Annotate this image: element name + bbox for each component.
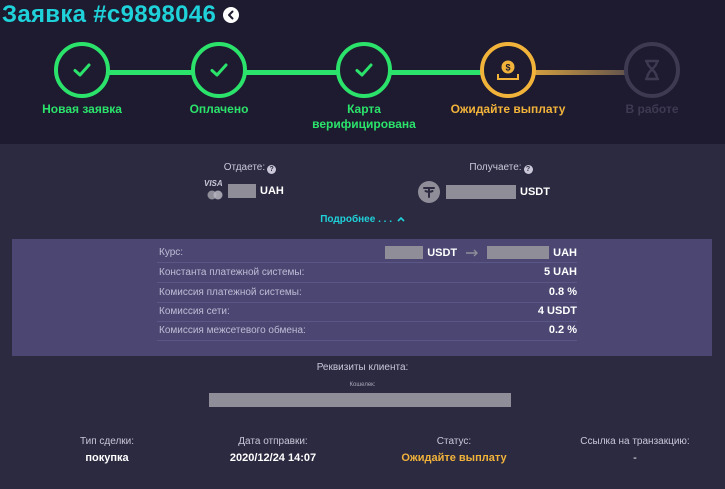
tether-icon [418,181,440,203]
footer-value: покупка [85,452,129,464]
footer-key: Ссылка на транзакцию: [580,436,690,447]
help-icon[interactable]: ? [267,165,277,174]
give-currency: UAH [260,185,284,197]
footer-key: Тип сделки: [79,436,135,447]
step-circle [624,42,680,98]
help-icon[interactable]: ? [523,165,533,174]
give-block: Отдаете:? VISA UAH [202,162,284,201]
footer-tx-link: Ссылка на транзакцию: - [555,436,715,464]
detail-key: Курс: [159,247,184,258]
step-new-request: Новая заявка [7,42,157,117]
more-details-label: Подробнее . . . [320,214,392,225]
payout-icon: $ [497,60,519,80]
footer-status: Статус: Ожидайте выплату [374,436,534,464]
receive-amount-row: USDT [418,181,550,203]
footer-send-date: Дата отправки: 2020/12/24 14:07 [193,436,353,464]
detail-value: 0.8 % [548,286,577,298]
check-icon [355,63,373,77]
requisites-label: Реквизиты клиента: [316,362,409,373]
footer-value: 2020/12/24 14:07 [229,452,317,464]
detail-key: Комиссия межсетевого обмена: [159,325,306,336]
receive-block: Получаете:? USDT [418,162,550,203]
wallet-label: Кошелек: [349,382,376,388]
step-circle [336,42,392,98]
tx-link[interactable]: - [555,452,715,464]
detail-row-network-fee: Комиссия сети: 4 USDT [157,303,577,322]
step-circle: $ [480,42,536,98]
rate-from-redacted [385,246,424,259]
step-in-progress: В работе [577,42,725,117]
wallet-redacted [209,393,511,407]
step-paid: Оплачено [144,42,294,117]
detail-key: Константа платежной системы: [159,267,305,278]
detail-value: 5 UAH [543,266,577,278]
detail-value: 4 USDT [537,305,577,317]
receive-currency: USDT [520,186,550,198]
step-label: Ожидайте выплату [450,102,566,116]
chevron-up-icon [397,216,405,222]
hourglass-icon [644,59,660,81]
detail-row-const: Константа платежной системы: 5 UAH [157,264,577,283]
details-table: Курс: USDT UAH Константа платежной систе… [12,239,712,356]
step-card-verified: Карта верифицирована [289,42,439,132]
svg-text:$: $ [505,63,510,73]
rate-to-currency: UAH [553,246,577,259]
back-button[interactable] [223,7,240,23]
page-title: Заявка #c9898046 [2,1,217,28]
give-label: Отдаете:? [216,162,284,174]
step-circle [191,42,247,98]
order-panel: Отдаете:? VISA UAH Получаете:? USDT Подр… [0,144,725,489]
more-details-toggle[interactable]: Подробнее . . . [0,214,725,225]
visa-text: VISA [204,179,223,188]
footer-key: Статус: [436,436,472,447]
detail-row-crossnet-fee: Комиссия межсетевого обмена: 0.2 % [157,322,577,341]
visa-mastercard-icon: VISA [202,179,226,201]
rate-value: USDT UAH [385,246,577,259]
step-label: Новая заявка [42,102,122,116]
header: Заявка #c9898046 [0,0,240,30]
step-label: Оплачено [189,102,249,116]
receive-label: Получаете:? [452,162,550,174]
give-amount-redacted [228,184,256,198]
detail-row-rate: Курс: USDT UAH [157,244,577,263]
detail-row-ps-fee: Комиссия платежной системы: 0.8 % [157,284,577,303]
arrow-right-icon [466,249,479,256]
footer-deal-type: Тип сделки: покупка [27,436,187,464]
check-icon [210,63,228,77]
step-label: В работе [625,102,679,116]
step-label: Карта верифицирована [312,102,416,131]
detail-value: 0.2 % [548,324,577,336]
step-circle [54,42,110,98]
check-icon [73,63,91,77]
give-amount-row: VISA UAH [202,179,284,201]
rate-from-currency: USDT [427,246,458,259]
detail-key: Комиссия сети: [159,306,230,317]
step-await-payout: $ Ожидайте выплату [433,42,583,117]
footer-key: Дата отправки: [238,436,308,447]
status-value: Ожидайте выплату [401,452,507,464]
receive-amount-redacted [446,185,516,199]
rate-to-redacted [487,246,550,259]
chevron-left-icon [228,10,234,20]
detail-key: Комиссия платежной системы: [159,287,302,298]
progress-stepper: Новая заявка Оплачено Карта верифицирова… [0,42,725,142]
